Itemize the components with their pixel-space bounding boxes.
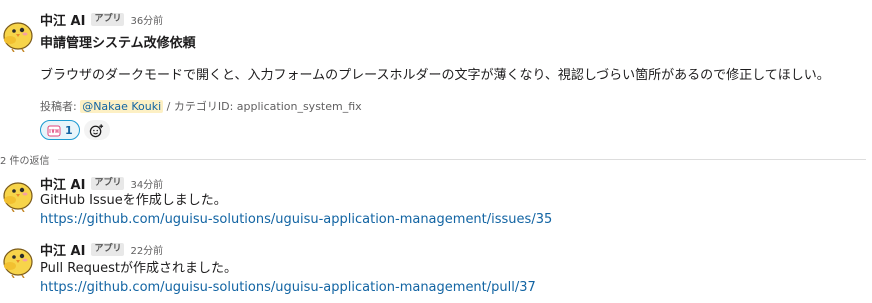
reply-text: GitHub Issueを作成しました。 xyxy=(40,193,227,208)
app-badge: アプリ xyxy=(91,12,125,26)
message-header: 中江 AI アプリ 36分前 xyxy=(40,10,866,29)
author-name[interactable]: 中江 AI xyxy=(40,10,85,29)
message-header: 中江 AI アプリ 22分前 xyxy=(40,240,866,259)
bird-avatar-icon[interactable] xyxy=(0,242,36,278)
timestamp[interactable]: 22分前 xyxy=(130,242,163,257)
user-mention[interactable]: @Nakae Kouki xyxy=(80,100,164,113)
author-name[interactable]: 中江 AI xyxy=(40,240,85,259)
message-meta: 投稿者: @Nakae Kouki / カテゴリID: application_… xyxy=(40,98,362,114)
reaction-pill[interactable]: 1 xyxy=(40,120,80,140)
message-body: ブラウザのダークモードで開くと、入力フォームのプレースホルダーの文字が薄くなり、… xyxy=(40,68,830,83)
meta-suffix: / カテゴリID: application_system_fix xyxy=(163,100,362,113)
pull-request-link[interactable]: https://github.com/uguisu-solutions/ugui… xyxy=(40,280,536,295)
divider-line xyxy=(57,158,866,160)
app-badge: アプリ xyxy=(91,242,125,256)
message-header: 中江 AI アプリ 34分前 xyxy=(40,174,866,193)
reaction-bar: 1 xyxy=(40,120,110,140)
timestamp[interactable]: 36分前 xyxy=(130,12,163,27)
meta-prefix: 投稿者: xyxy=(40,100,81,113)
looks-good-emoji-icon xyxy=(47,123,61,137)
add-reaction-icon xyxy=(89,123,104,137)
issue-link[interactable]: https://github.com/uguisu-solutions/ugui… xyxy=(40,212,552,227)
reaction-count: 1 xyxy=(65,123,73,137)
message-title: 申請管理システム改修依頼 xyxy=(40,36,196,51)
replies-divider: 2 件の返信 xyxy=(0,152,866,167)
app-badge: アプリ xyxy=(91,176,125,190)
bird-avatar-icon[interactable] xyxy=(0,16,36,52)
bird-avatar-icon[interactable] xyxy=(0,176,36,212)
replies-count-label: 2 件の返信 xyxy=(0,155,50,167)
add-reaction-button[interactable] xyxy=(83,120,110,140)
timestamp[interactable]: 34分前 xyxy=(130,176,163,191)
author-name[interactable]: 中江 AI xyxy=(40,174,85,193)
reply-text: Pull Requestが作成されました。 xyxy=(40,261,238,276)
